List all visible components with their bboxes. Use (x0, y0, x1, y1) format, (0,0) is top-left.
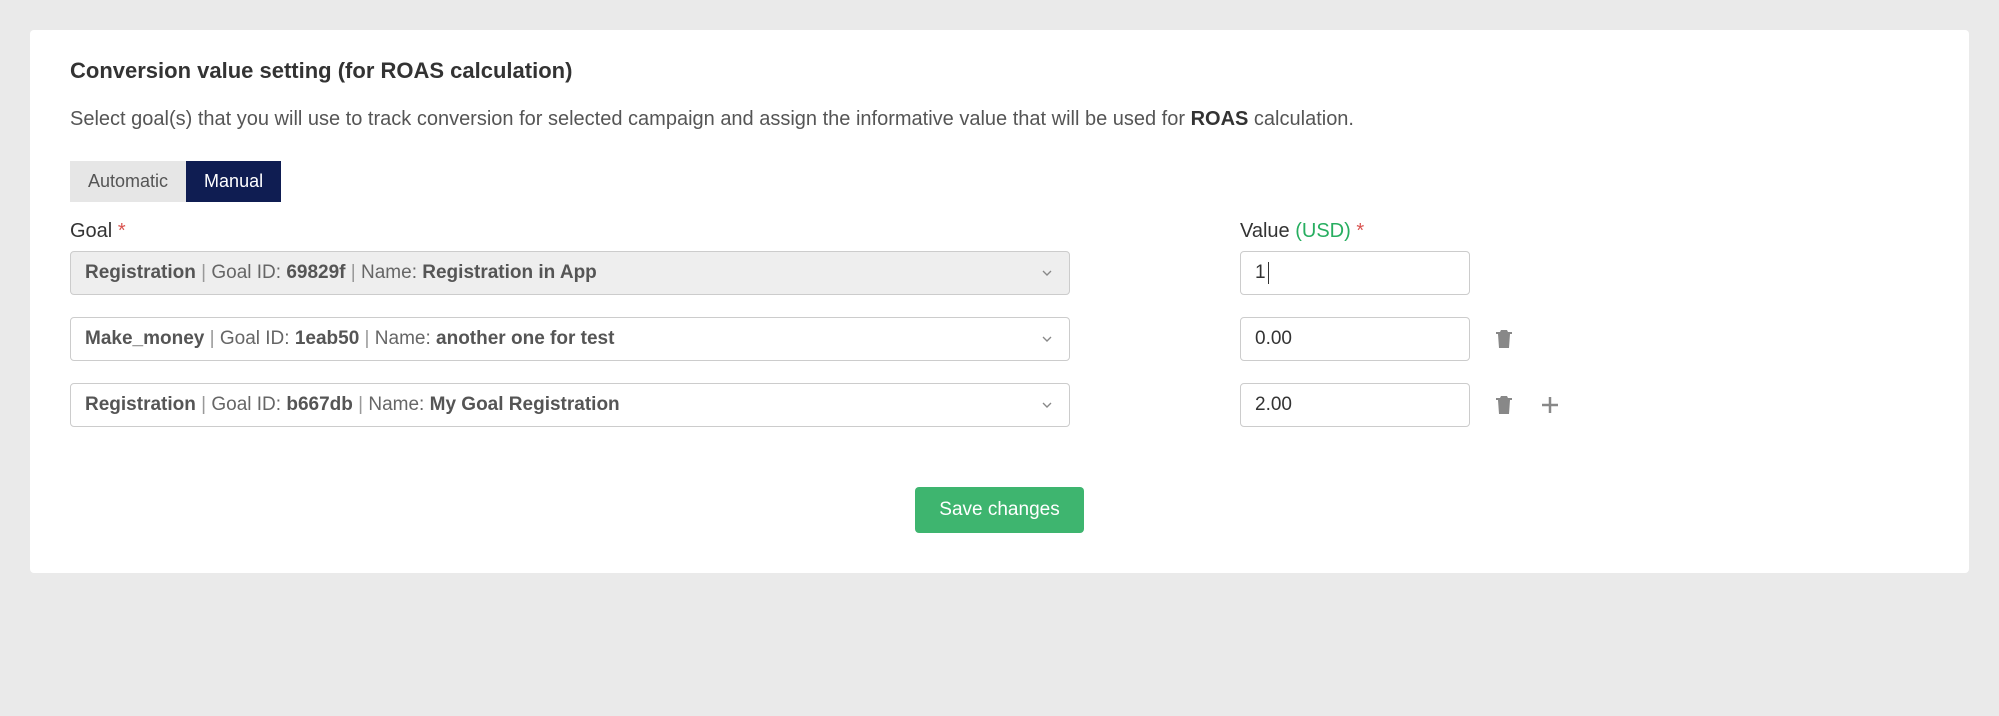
goal-select[interactable]: Registration | Goal ID: b667db | Name: M… (70, 383, 1070, 427)
goal-select[interactable]: Make_money | Goal ID: 1eab50 | Name: ano… (70, 317, 1070, 361)
goal-rows: Registration | Goal ID: 69829f | Name: R… (70, 251, 1929, 427)
mode-tabs: Automatic Manual (70, 161, 281, 202)
required-asterisk: * (118, 220, 126, 242)
goal-select: Registration | Goal ID: 69829f | Name: R… (70, 251, 1070, 295)
value-column-label: Value (USD) * (1240, 220, 1364, 243)
value-field[interactable] (1240, 317, 1470, 361)
desc-pre: Select goal(s) that you will use to trac… (70, 108, 1191, 130)
tab-automatic[interactable]: Automatic (70, 161, 186, 202)
goal-select-text: Make_money | Goal ID: 1eab50 | Name: ano… (85, 328, 614, 350)
currency-label: (USD) (1295, 220, 1351, 242)
trash-icon[interactable] (1492, 393, 1516, 417)
goal-select-text: Registration | Goal ID: b667db | Name: M… (85, 394, 620, 416)
required-asterisk: * (1356, 220, 1364, 242)
chevron-down-icon (1039, 331, 1055, 347)
trash-icon[interactable] (1492, 327, 1516, 351)
desc-bold: ROAS (1191, 108, 1249, 130)
chevron-down-icon (1039, 397, 1055, 413)
goal-select-text: Registration | Goal ID: 69829f | Name: R… (85, 262, 597, 284)
section-title: Conversion value setting (for ROAS calcu… (70, 58, 1929, 84)
column-labels: Goal * Value (USD) * (70, 220, 1929, 243)
goal-row: Registration | Goal ID: 69829f | Name: R… (70, 251, 1929, 295)
chevron-down-icon (1039, 265, 1055, 281)
value-field[interactable] (1240, 383, 1470, 427)
value-field[interactable]: 1 (1240, 251, 1470, 295)
goal-row: Make_money | Goal ID: 1eab50 | Name: ano… (70, 317, 1929, 361)
tab-manual[interactable]: Manual (186, 161, 281, 202)
section-description: Select goal(s) that you will use to trac… (70, 108, 1929, 131)
settings-card: Conversion value setting (for ROAS calcu… (30, 30, 1969, 573)
save-row: Save changes (70, 487, 1929, 533)
save-button[interactable]: Save changes (915, 487, 1083, 533)
plus-icon[interactable] (1538, 393, 1562, 417)
goal-row: Registration | Goal ID: b667db | Name: M… (70, 383, 1929, 427)
desc-post: calculation. (1248, 108, 1354, 130)
goal-column-label: Goal * (70, 220, 1070, 243)
